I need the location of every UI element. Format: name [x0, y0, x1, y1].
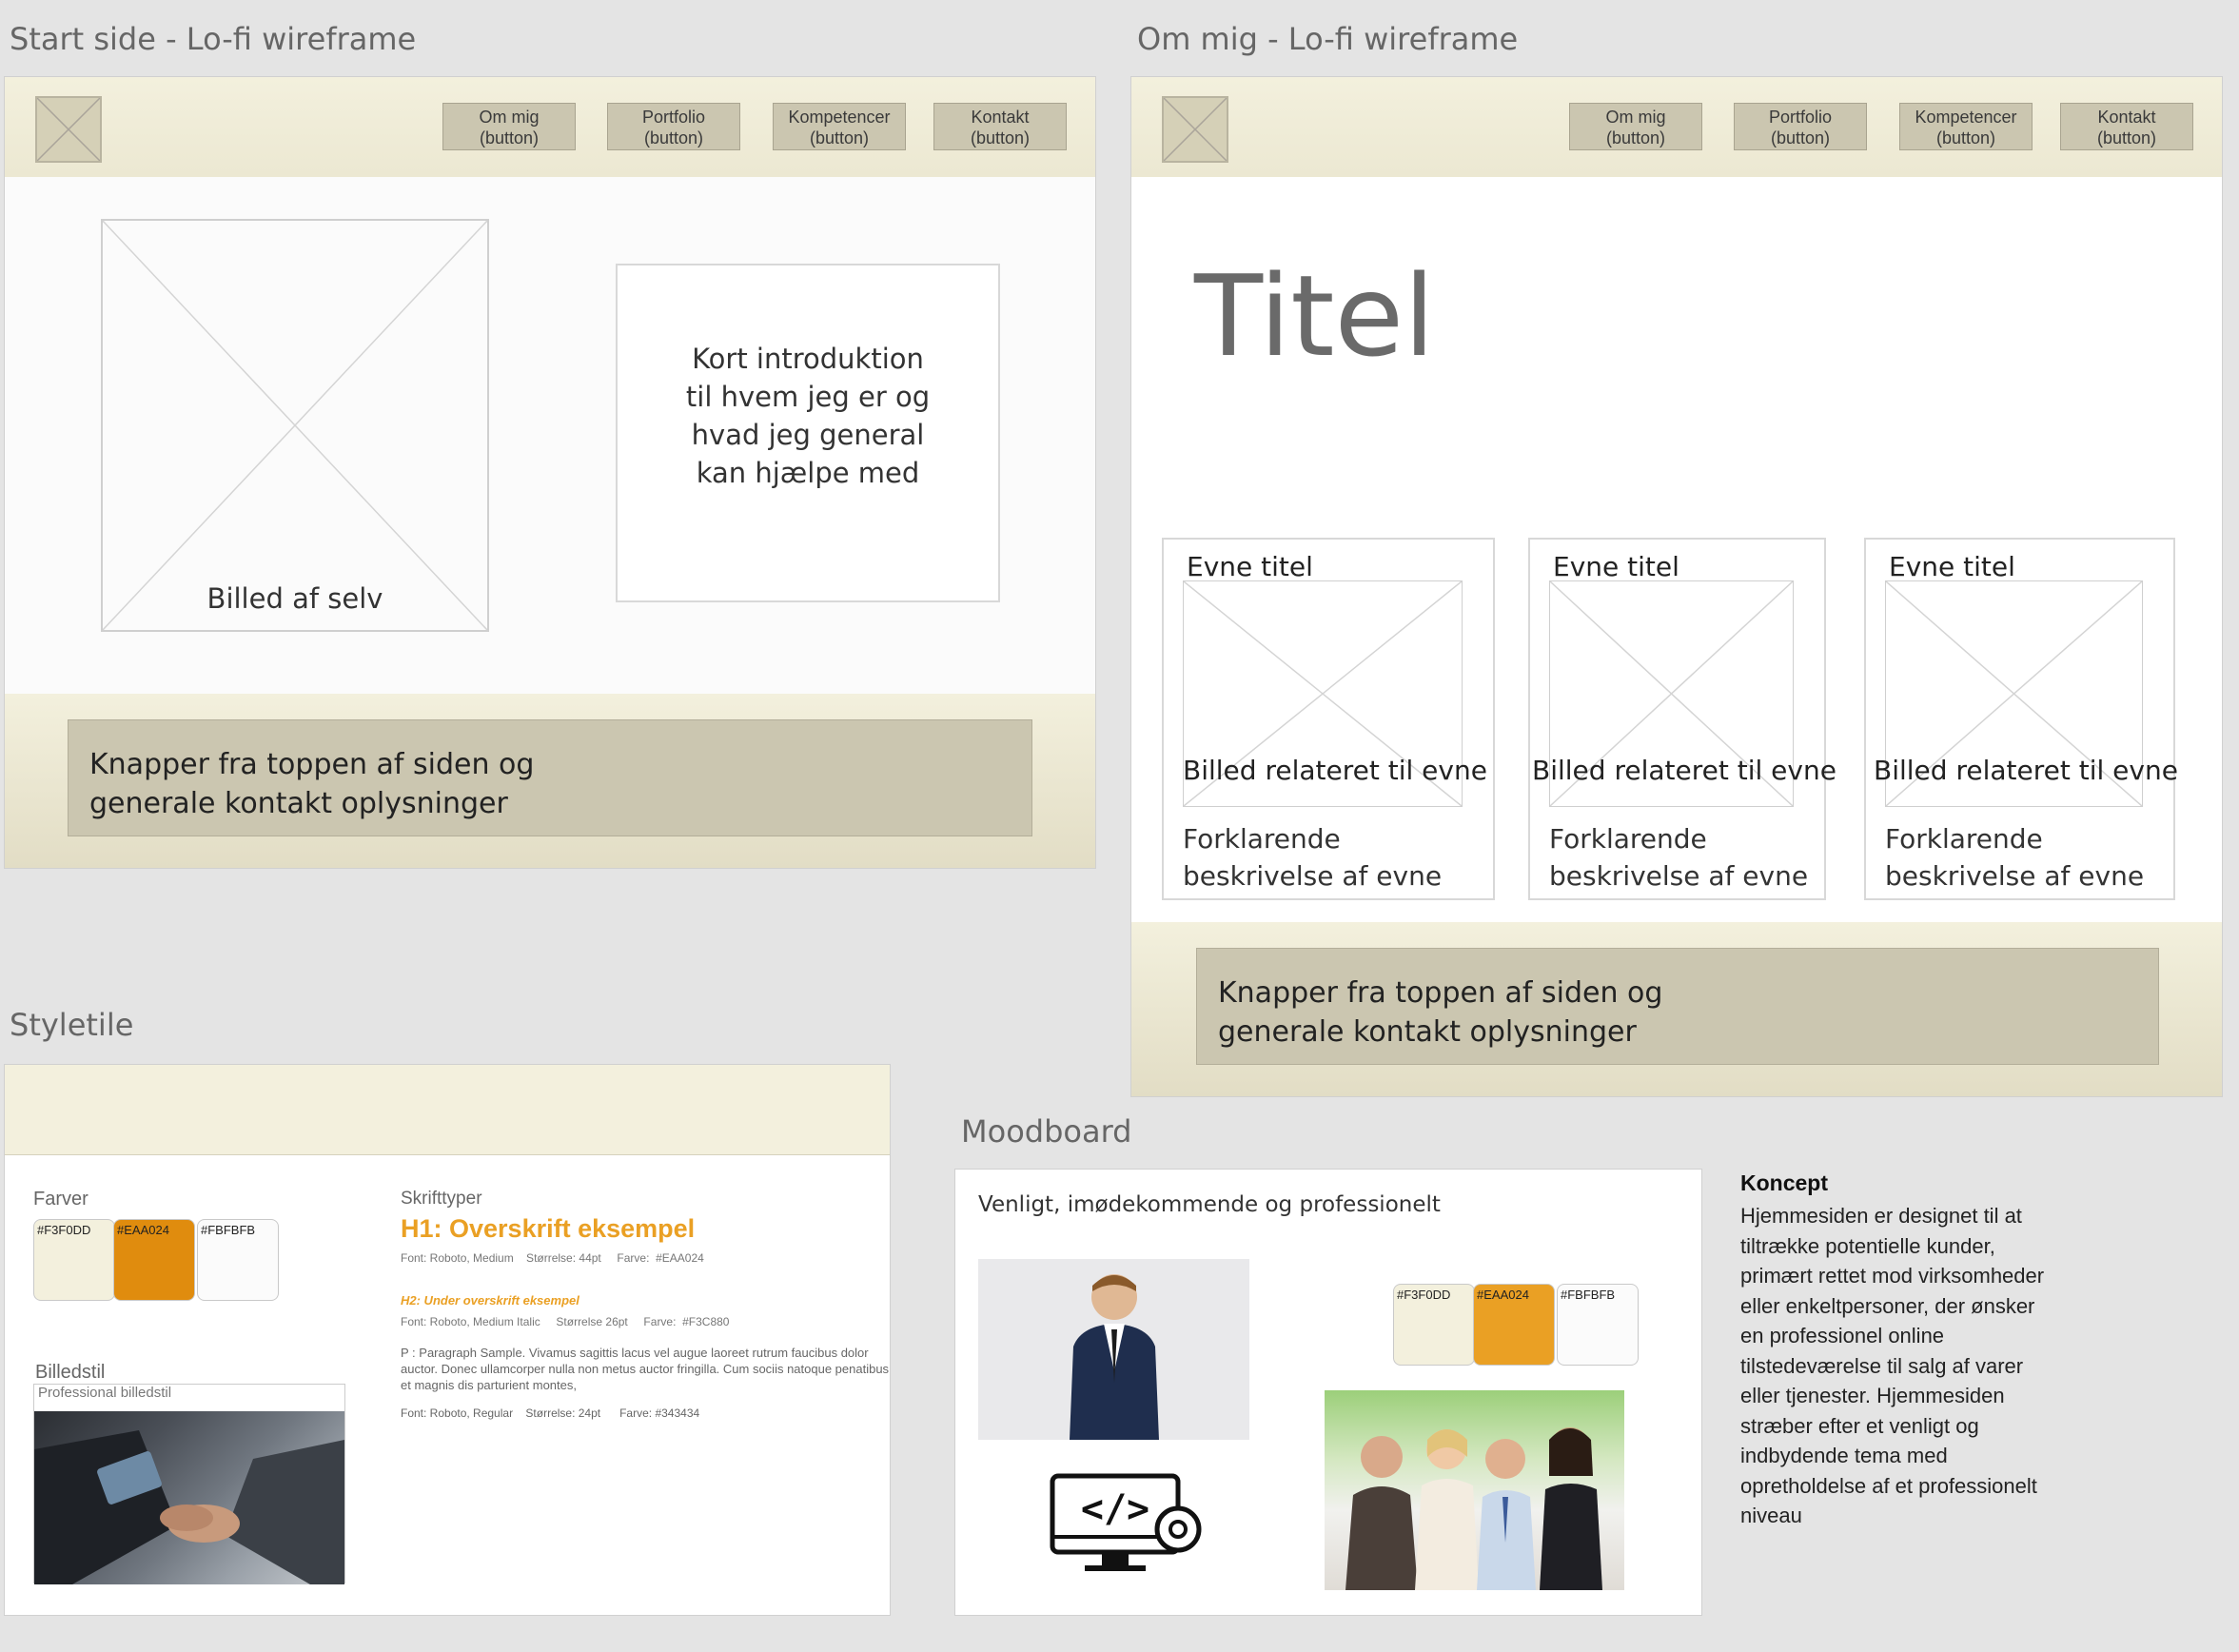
moodboard-artboard[interactable]: Venligt, imødekommende og professionelt …	[954, 1169, 1702, 1616]
paragraph-meta: Font: Roboto, Regular Størrelse: 24pt Fa…	[401, 1406, 700, 1420]
ommig-header: Om mig (button) Portfolio (button) Kompe…	[1131, 77, 2222, 177]
businessman-image	[978, 1259, 1249, 1440]
skill-card: Evne titel Billed relateret til evne For…	[1528, 538, 1836, 900]
ommig-artboard[interactable]: Om mig (button) Portfolio (button) Kompe…	[1130, 76, 2223, 1097]
page-title: Titel	[1194, 250, 1435, 382]
skill-image-label: Billed relateret til evne	[1532, 755, 1836, 786]
code-monitor-icon: </>	[1047, 1472, 1208, 1579]
skill-card-description: Forklarende beskrivelse af evne	[1549, 823, 1809, 892]
nav-button-portfolio[interactable]: Portfolio (button)	[607, 103, 740, 150]
color-swatch: #EAA024	[1473, 1284, 1555, 1366]
nav-button-kompetencer[interactable]: Kompetencer (button)	[1899, 103, 2033, 150]
color-swatch: #EAA024	[113, 1219, 195, 1301]
logo-placeholder-icon[interactable]	[1162, 96, 1228, 163]
footer-contact-bar: Knapper fra toppen af siden og generale …	[68, 719, 1032, 836]
styletile-artboard[interactable]: Farver #F3F0DD #EAA024 #FBFBFB Billedsti…	[4, 1064, 891, 1616]
skrifttyper-label: Skrifttyper	[401, 1189, 482, 1209]
skill-card-title: Evne titel	[1553, 551, 1679, 582]
paragraph-sample: P : Paragraph Sample. Vivamus sagittis l…	[401, 1346, 890, 1392]
farver-label: Farver	[33, 1189, 88, 1210]
startside-footer: Knapper fra toppen af siden og generale …	[5, 694, 1095, 868]
skill-image-label: Billed relateret til evne	[1874, 755, 2178, 786]
handshake-image	[34, 1411, 344, 1584]
intro-textbox: Kort introduktion til hvem jeg er og hva…	[616, 264, 1000, 602]
ommig-footer: Knapper fra toppen af siden og generale …	[1131, 922, 2222, 1096]
h2-meta: Font: Roboto, Medium Italic Størrelse 26…	[401, 1315, 730, 1328]
skill-card: Evne titel Billed relateret til evne For…	[1864, 538, 2178, 900]
startside-header: Om mig (button) Portfolio (button) Kompe…	[5, 77, 1095, 177]
logo-placeholder-icon[interactable]	[35, 96, 102, 163]
styletile-header	[5, 1065, 890, 1155]
startside-frame-title: Start side - Lo-fi wireframe	[10, 21, 417, 57]
color-swatch: #FBFBFB	[197, 1219, 279, 1301]
self-image-label: Billed af selv	[206, 582, 383, 615]
startside-artboard[interactable]: Om mig (button) Portfolio (button) Kompe…	[4, 76, 1096, 869]
billedstil-box: Professional billedstil	[33, 1384, 345, 1584]
self-image-placeholder: Billed af selv	[101, 219, 489, 632]
nav-button-portfolio[interactable]: Portfolio (button)	[1734, 103, 1867, 150]
billedstil-caption: Professional billedstil	[38, 1385, 172, 1401]
moodboard-tagline: Venligt, imødekommende og professionelt	[978, 1192, 1441, 1217]
h1-meta: Font: Roboto, Medium Størrelse: 44pt Far…	[401, 1251, 704, 1265]
nav-button-kontakt[interactable]: Kontakt (button)	[933, 103, 1067, 150]
billedstil-label: Billedstil	[35, 1362, 106, 1383]
concept-body: Hjemmesiden er designet til at tiltrække…	[1740, 1204, 2045, 1527]
skill-card-title: Evne titel	[1889, 551, 2015, 582]
nav-button-om-mig[interactable]: Om mig (button)	[1569, 103, 1702, 150]
skill-card-description: Forklarende beskrivelse af evne	[1885, 823, 2145, 892]
skill-card: Evne titel Billed relateret til evne For…	[1162, 538, 1495, 900]
skill-card-title: Evne titel	[1187, 551, 1313, 582]
color-swatch: #F3F0DD	[1393, 1284, 1475, 1366]
nav-button-kompetencer[interactable]: Kompetencer (button)	[773, 103, 906, 150]
color-swatch: #F3F0DD	[33, 1219, 115, 1301]
nav-button-om-mig[interactable]: Om mig (button)	[442, 103, 576, 150]
team-meeting-image	[1325, 1390, 1624, 1590]
color-swatch: #FBFBFB	[1557, 1284, 1639, 1366]
concept-heading: Koncept	[1740, 1170, 1828, 1195]
code-icon-text: </>	[1081, 1487, 1149, 1531]
nav-button-kontakt[interactable]: Kontakt (button)	[2060, 103, 2193, 150]
styletile-frame-title: Styletile	[10, 1007, 134, 1043]
skill-card-description: Forklarende beskrivelse af evne	[1183, 823, 1443, 892]
h1-sample: H1: Overskrift eksempel	[401, 1214, 696, 1243]
moodboard-frame-title: Moodboard	[961, 1113, 1132, 1150]
h2-sample: H2: Under overskrift eksempel	[401, 1293, 579, 1308]
ommig-frame-title: Om mig - Lo-fi wireframe	[1137, 21, 1519, 57]
skill-image-label: Billed relateret til evne	[1183, 755, 1487, 786]
footer-contact-bar: Knapper fra toppen af siden og generale …	[1196, 948, 2159, 1065]
